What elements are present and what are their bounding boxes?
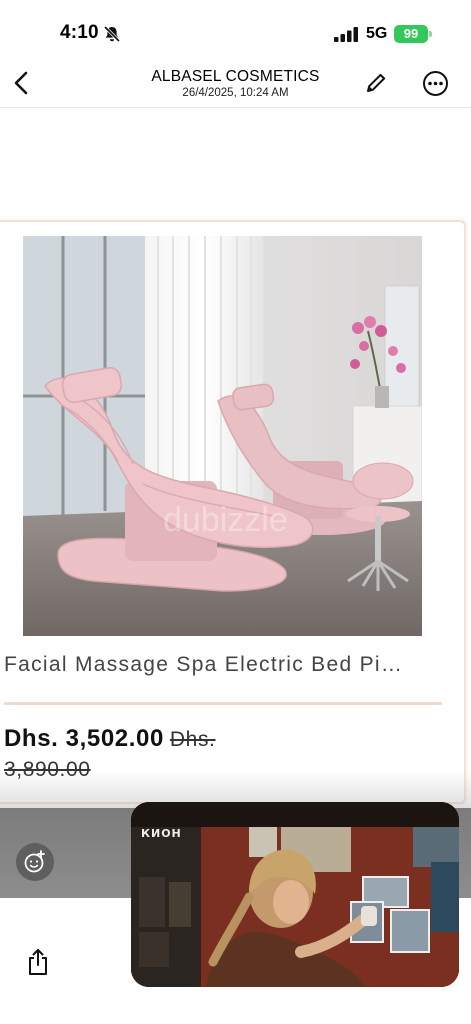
sticker-button[interactable] (16, 843, 54, 881)
battery-tip (429, 31, 432, 37)
photo-timestamp: 26/4/2025, 10:24 AM (182, 87, 289, 99)
back-icon[interactable] (10, 68, 34, 98)
current-price: Dhs. 3,502.00 (4, 725, 164, 752)
pencil-icon[interactable] (364, 70, 388, 96)
price-line: Dhs. 3,502.00 Dhs. (4, 725, 216, 753)
sticker-icon (24, 850, 45, 873)
status-time: 4:10 (60, 22, 99, 43)
divider (4, 702, 442, 705)
bell-slash-icon (103, 25, 121, 43)
status-bar: 4:10 5G 99 (0, 0, 471, 62)
picture-in-picture-video[interactable]: КИОН (131, 802, 459, 987)
network-type: 5G (366, 25, 388, 42)
old-price-currency: Dhs. (169, 728, 216, 751)
signal-icon (334, 27, 358, 42)
share-icon[interactable] (26, 948, 50, 976)
more-icon[interactable] (422, 70, 449, 97)
photo-header: ALBASEL COSMETICS 26/4/2025, 10:24 AM (0, 62, 471, 108)
channel-logo: КИОН (141, 827, 182, 840)
product-title: Facial Massage Spa Electric Bed Pi… (4, 653, 404, 676)
product-image: dubizzle (23, 236, 422, 636)
battery-indicator: 99 (394, 25, 428, 43)
sender-name: ALBASEL COSMETICS (151, 68, 320, 85)
watermark: dubizzle (163, 501, 288, 539)
